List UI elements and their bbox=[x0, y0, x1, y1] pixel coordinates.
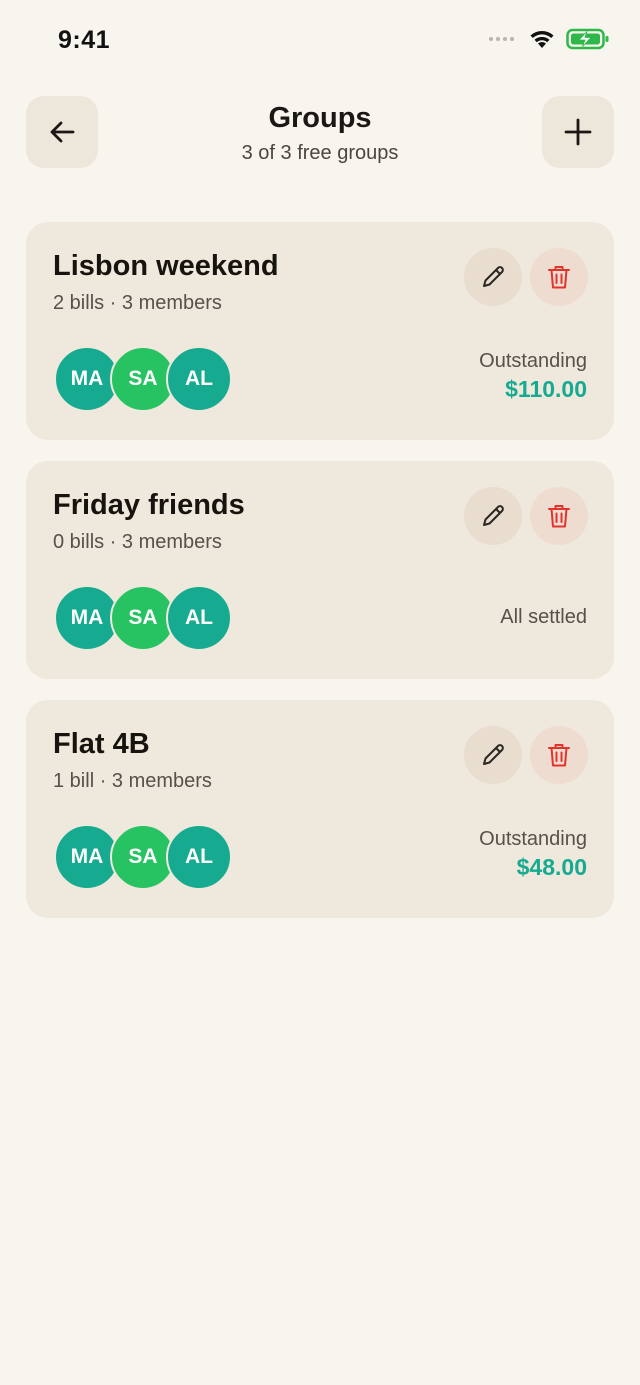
member-avatars: MA SA AL bbox=[54, 824, 232, 890]
settled-status: All settled bbox=[500, 606, 587, 628]
arrow-left-icon bbox=[50, 121, 75, 143]
avatar: AL bbox=[166, 346, 232, 412]
avatar: AL bbox=[166, 824, 232, 890]
plus-icon bbox=[564, 118, 592, 146]
card-actions bbox=[464, 487, 588, 545]
group-name: Flat 4B bbox=[53, 728, 150, 760]
trash-icon bbox=[548, 266, 570, 289]
group-meta: 1 bill · 3 members bbox=[53, 770, 212, 792]
card-actions bbox=[464, 248, 588, 306]
status-bar: 9:41 bbox=[0, 0, 640, 80]
status-time: 9:41 bbox=[58, 26, 111, 54]
pencil-icon bbox=[483, 744, 504, 765]
group-card[interactable]: Friday friends 0 bills · 3 members MA SA… bbox=[26, 461, 614, 679]
group-meta: 2 bills · 3 members bbox=[53, 292, 222, 314]
cellular-signal-icon bbox=[489, 37, 514, 41]
balance-amount: $48.00 bbox=[516, 854, 587, 880]
page-subtitle: 3 of 3 free groups bbox=[241, 142, 399, 164]
pencil-icon bbox=[483, 505, 504, 526]
group-card[interactable]: Lisbon weekend 2 bills · 3 members MA SA… bbox=[26, 222, 614, 440]
pencil-icon bbox=[483, 266, 504, 287]
delete-group-button[interactable] bbox=[530, 487, 588, 545]
edit-group-button[interactable] bbox=[464, 248, 522, 306]
card-actions bbox=[464, 726, 588, 784]
wifi-icon bbox=[530, 31, 554, 48]
header-center: Groups 3 of 3 free groups bbox=[116, 98, 524, 165]
avatar: AL bbox=[166, 585, 232, 651]
group-meta: 0 bills · 3 members bbox=[53, 531, 222, 553]
balance-amount: $110.00 bbox=[505, 376, 587, 402]
trash-icon bbox=[548, 744, 570, 767]
balance: Outstanding $48.00 bbox=[479, 828, 587, 881]
balance-label: Outstanding bbox=[479, 828, 587, 850]
member-avatars: MA SA AL bbox=[54, 585, 232, 651]
group-card[interactable]: Flat 4B 1 bill · 3 members MA SA AL Outs… bbox=[26, 700, 614, 918]
header: Groups 3 of 3 free groups bbox=[26, 96, 614, 170]
add-group-button[interactable] bbox=[542, 96, 614, 168]
back-button[interactable] bbox=[26, 96, 98, 168]
delete-group-button[interactable] bbox=[530, 248, 588, 306]
group-name: Friday friends bbox=[53, 489, 245, 521]
edit-group-button[interactable] bbox=[464, 726, 522, 784]
edit-group-button[interactable] bbox=[464, 487, 522, 545]
page-title: Groups bbox=[268, 102, 372, 134]
status-icons bbox=[489, 28, 610, 50]
balance-label: Outstanding bbox=[479, 350, 587, 372]
trash-icon bbox=[548, 505, 570, 528]
group-name: Lisbon weekend bbox=[53, 250, 279, 282]
delete-group-button[interactable] bbox=[530, 726, 588, 784]
group-list: Lisbon weekend 2 bills · 3 members MA SA… bbox=[26, 222, 614, 939]
balance: Outstanding $110.00 bbox=[479, 350, 587, 403]
battery-charging-icon bbox=[566, 28, 609, 50]
member-avatars: MA SA AL bbox=[54, 346, 232, 412]
